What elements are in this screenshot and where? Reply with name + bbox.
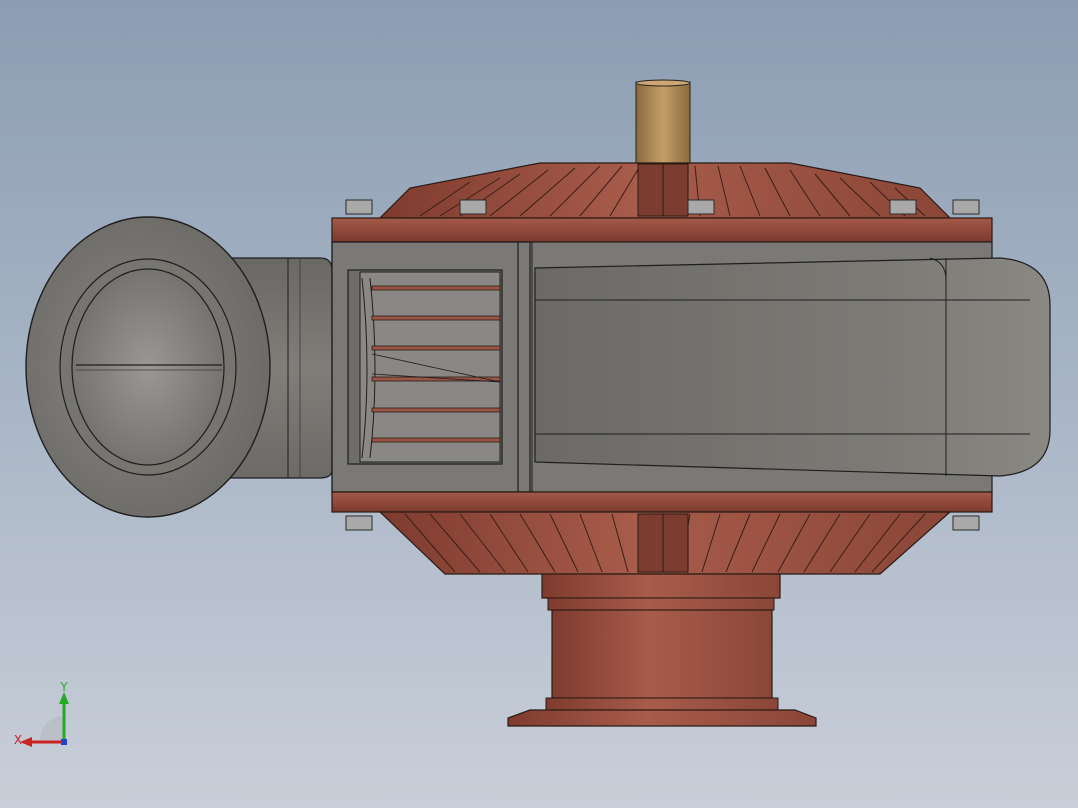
y-axis-label: Y [59, 680, 68, 694]
graphics-viewport[interactable]: Y X [0, 0, 1078, 808]
bottom-housing [378, 511, 952, 575]
blower-model[interactable] [0, 0, 1078, 808]
x-axis-label: X [14, 733, 22, 747]
triad-plane-icon [40, 716, 64, 740]
shaft [635, 79, 691, 175]
outlet-stack [507, 573, 817, 727]
bottom-flange-plate [331, 491, 993, 513]
top-flange-plate [331, 217, 993, 243]
z-axis-marker [61, 739, 67, 745]
louver-window [347, 269, 503, 465]
inlet-flange [25, 216, 271, 518]
coordinate-triad[interactable]: Y X [10, 680, 80, 760]
